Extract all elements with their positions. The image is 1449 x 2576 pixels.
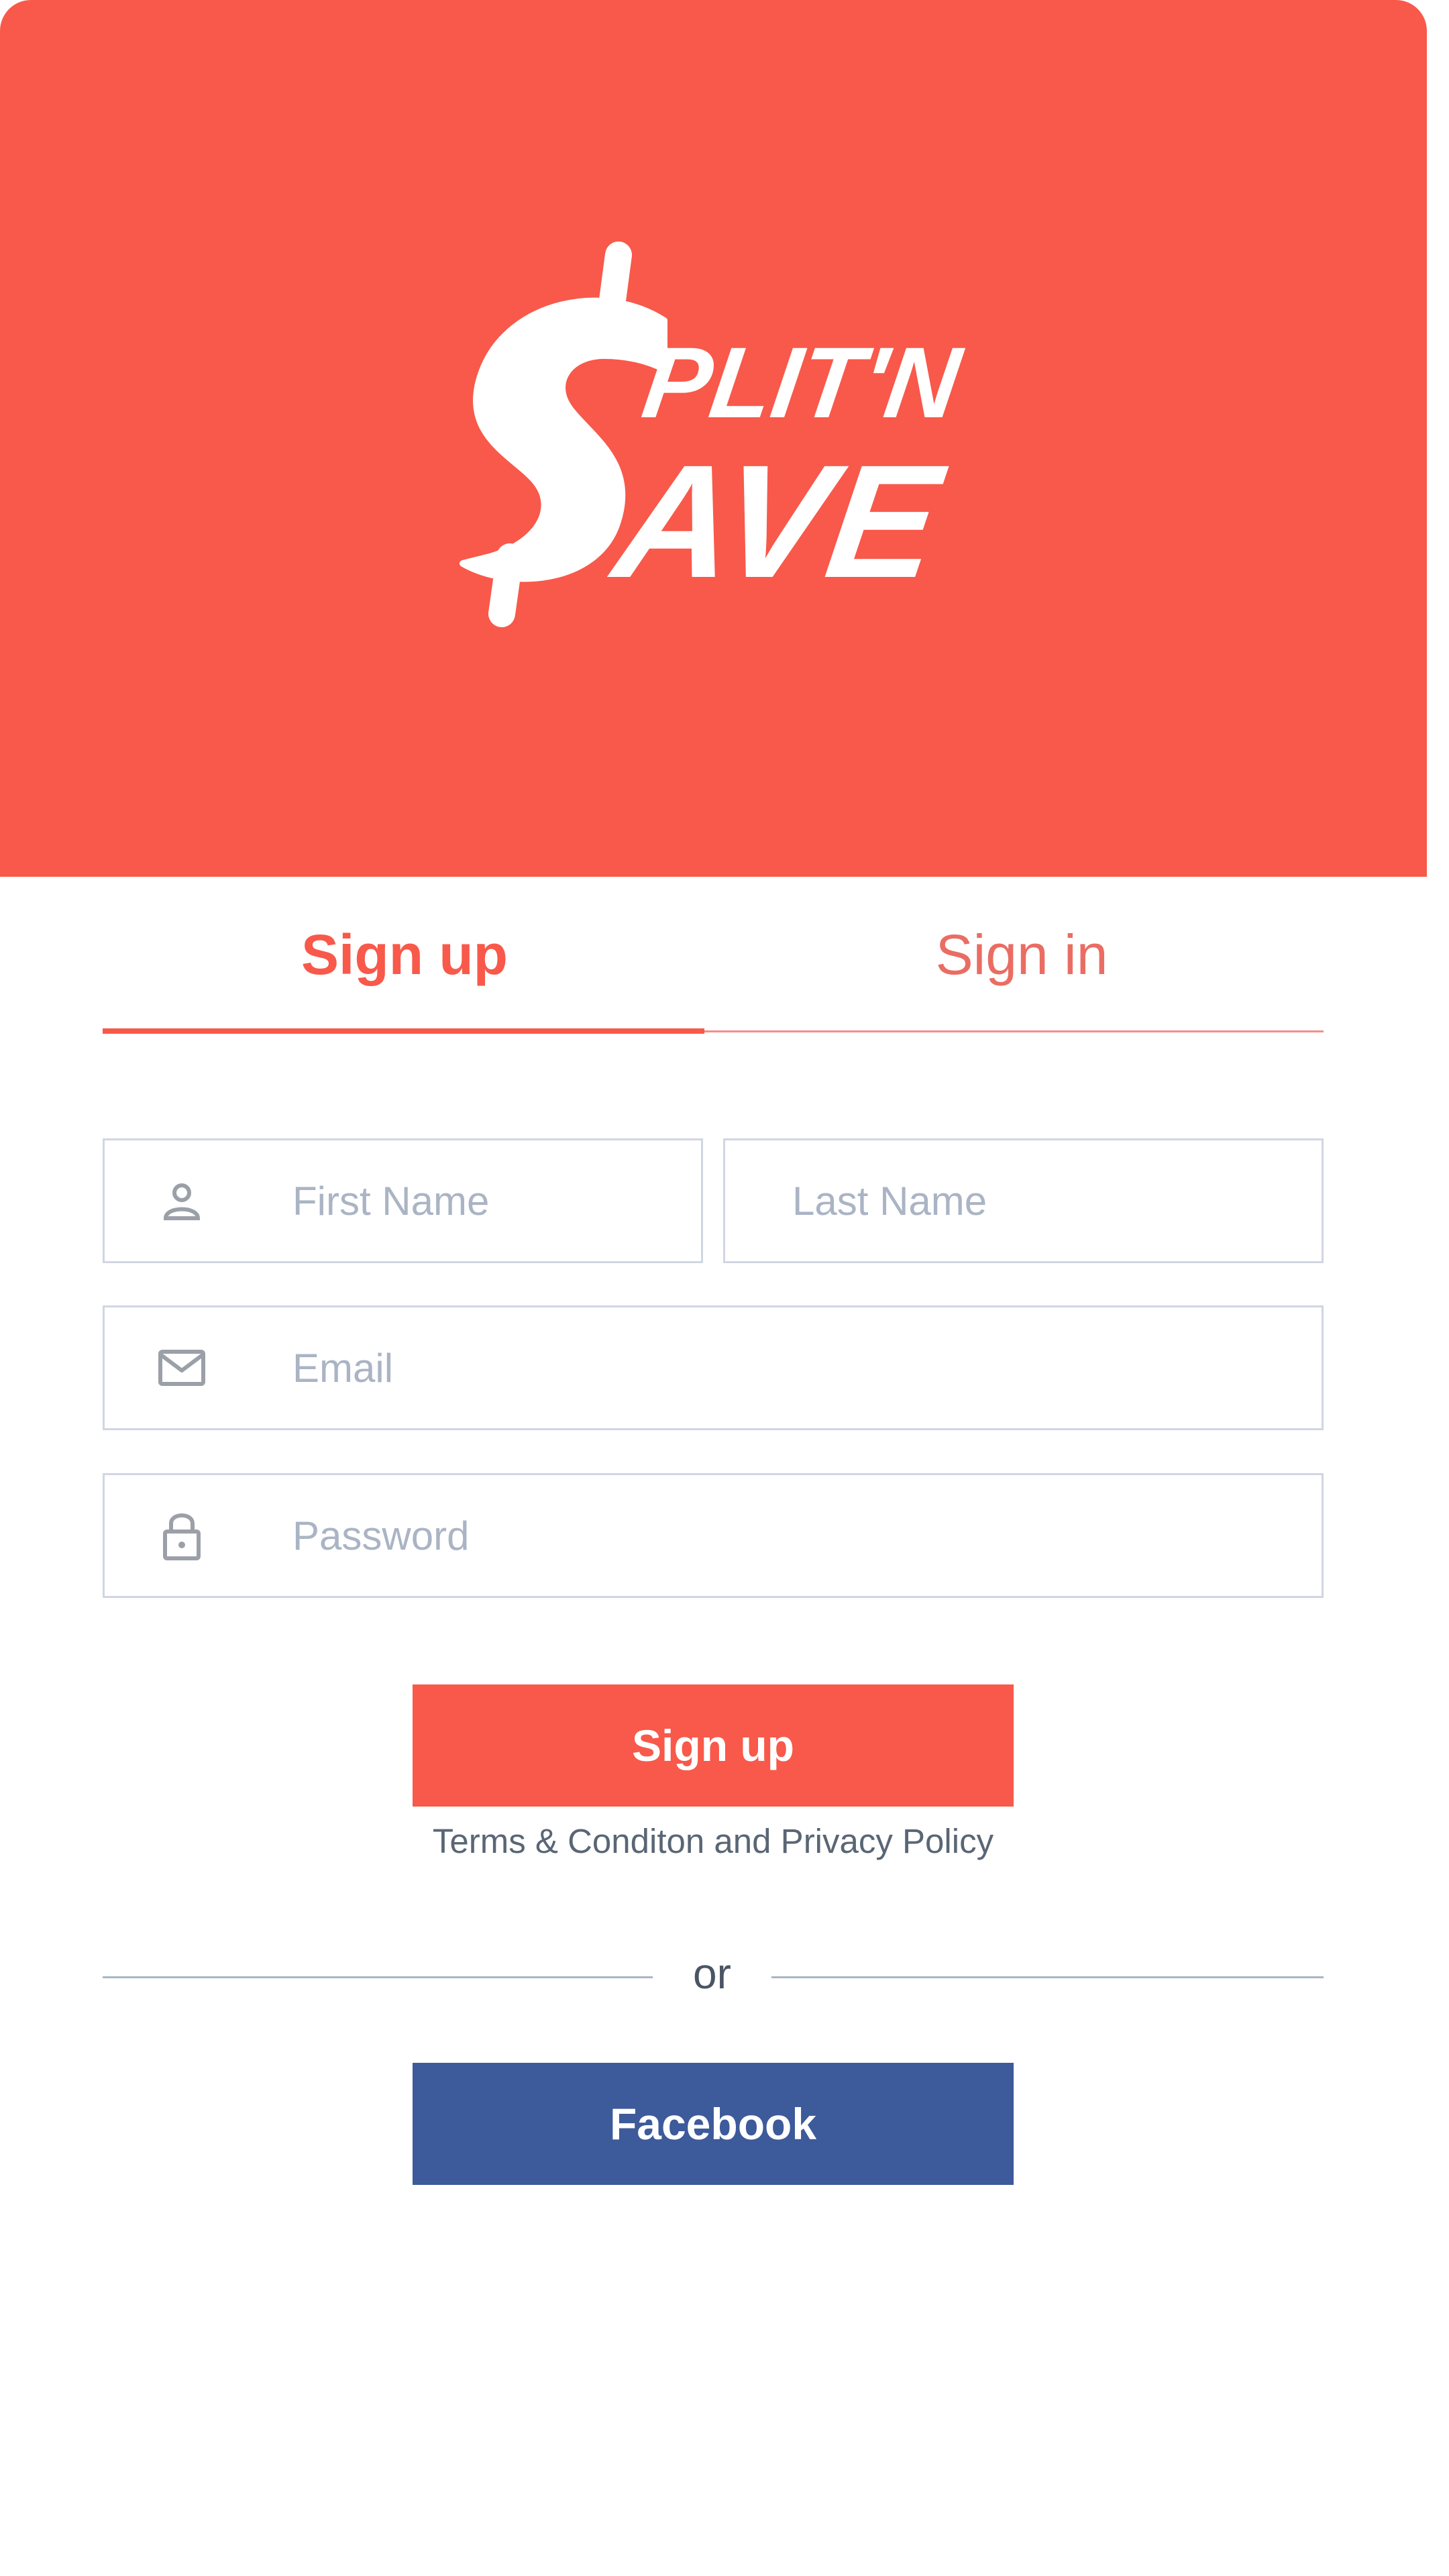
divider-left xyxy=(103,1976,653,1978)
email-input[interactable] xyxy=(292,1307,1299,1428)
email-field xyxy=(103,1305,1324,1430)
logo-plitn-text: PLIT'N xyxy=(637,327,969,439)
tab-sign-in[interactable]: Sign in xyxy=(720,877,1324,1033)
divider-right xyxy=(771,1976,1324,1978)
mail-icon xyxy=(155,1341,209,1395)
first-name-input[interactable] xyxy=(292,1140,682,1261)
signup-screen: PLIT'N AVE Sign up Sign in First Name La… xyxy=(0,0,1427,2576)
logo-ave-text: AVE xyxy=(602,432,953,612)
password-input[interactable] xyxy=(292,1475,1299,1596)
brand-header: PLIT'N AVE xyxy=(0,0,1427,877)
splitnsave-logo: PLIT'N AVE xyxy=(460,241,969,627)
terms-privacy-link[interactable]: Terms & Conditon and Privacy Policy xyxy=(335,1821,1091,1861)
or-separator-label: or xyxy=(693,1949,731,1998)
lock-icon xyxy=(155,1509,209,1562)
facebook-login-button[interactable]: Facebook xyxy=(413,2063,1014,2185)
user-icon xyxy=(155,1174,209,1228)
password-field xyxy=(103,1473,1324,1598)
active-tab-indicator xyxy=(103,1028,704,1034)
first-name-field xyxy=(103,1138,703,1263)
tab-sign-up[interactable]: Sign up xyxy=(103,877,706,1033)
last-name-field xyxy=(723,1138,1324,1263)
sign-up-button[interactable]: Sign up xyxy=(413,1684,1014,1807)
last-name-input[interactable] xyxy=(792,1140,1302,1261)
auth-tabs: Sign up Sign in xyxy=(103,877,1324,1034)
